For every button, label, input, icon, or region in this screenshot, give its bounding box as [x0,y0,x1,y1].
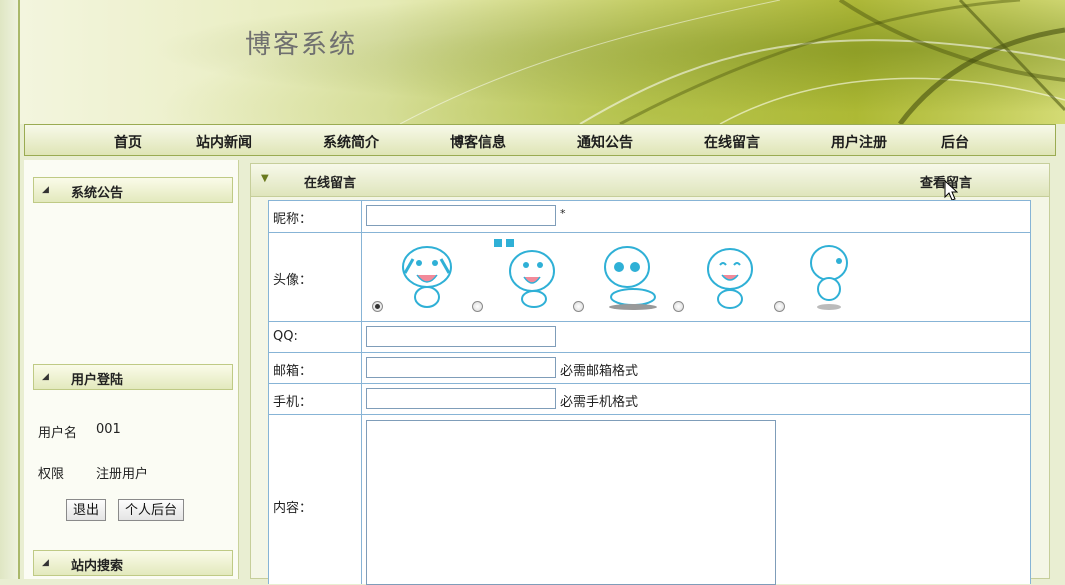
username-label: 用户名 [38,426,78,441]
phone-hint: 必需手机格式 [560,395,639,410]
main-nav: 首页 站内新闻 系统简介 博客信息 通知公告 在线留言 用户注册 后台 [24,124,1056,156]
site-title: 博客系统 [245,30,358,60]
sidebar: ◢ 系统公告 ◢ 用户登陆 用户名 001 权限 注册用户 退出 个人后台 ◢ … [24,160,239,579]
collapse-triangle-icon: ◢ [42,558,49,568]
announcement-title: 系统公告 [71,186,124,201]
login-header: ◢ 用户登陆 [33,364,233,390]
content-row: 内容： [268,414,1031,585]
nav-item-messages[interactable]: 在线留言 [704,132,760,152]
avatar-radio-2[interactable] [472,301,483,312]
avatar-image-5 [795,237,867,311]
content-textarea[interactable] [366,420,776,585]
email-input[interactable] [366,357,556,378]
nav-item-blogs[interactable]: 博客信息 [450,132,506,152]
logout-button[interactable]: 退出 [66,499,107,521]
avatar-radio-1[interactable] [372,301,383,312]
qq-label: QQ: [273,329,298,344]
announcement-header: ◢ 系统公告 [33,177,233,203]
login-title: 用户登陆 [71,373,124,388]
username-row: 用户名 001 [38,422,121,441]
search-title: 站内搜索 [71,559,124,574]
avatar-image-3 [593,237,665,311]
phone-row: 手机： 必需手机格式 [268,383,1031,414]
collapse-triangle-icon: ◢ [42,185,49,195]
qq-input[interactable] [366,326,556,347]
avatar-image-1 [391,237,463,311]
avatar-radio-5[interactable] [774,301,785,312]
nickname-row: 昵称： * [268,200,1031,232]
main-title: 在线留言 [304,176,357,191]
mouse-cursor-icon [944,180,958,201]
username-value: 001 [96,422,121,437]
nickname-label: 昵称： [273,212,313,227]
avatar-radio-3[interactable] [573,301,584,312]
collapse-triangle-icon: ◢ [42,372,49,382]
role-row: 权限 注册用户 [38,463,148,482]
personal-backend-button[interactable]: 个人后台 [118,499,185,521]
message-form: 昵称： * 头像： QQ: 邮箱： 必需邮箱格式 手机： 必需手机格式 内容： [268,200,1031,585]
search-header: ◢ 站内搜索 [33,550,233,576]
avatar-label: 头像： [273,273,313,288]
phone-input[interactable] [366,388,556,409]
cartoon-avatar-icon [402,246,452,308]
expand-triangle-icon: ▼ [261,173,269,184]
nav-item-home[interactable]: 首页 [114,132,142,152]
phone-label: 手机： [273,395,313,410]
email-hint: 必需邮箱格式 [560,364,639,379]
banner-decoration [399,0,1065,124]
avatar-image-4 [694,237,766,311]
nav-item-notices[interactable]: 通知公告 [577,132,633,152]
required-mark: * [560,207,566,220]
cartoon-avatar-icon [604,246,657,310]
nickname-input[interactable] [366,205,556,226]
site-banner: 博客系统 [20,0,1065,124]
role-value: 注册用户 [96,467,149,482]
main-header: ▼ 在线留言 查看留言 [251,164,1049,201]
nav-item-about[interactable]: 系统简介 [323,132,379,152]
cartoon-avatar-icon [810,245,848,310]
nav-item-news[interactable]: 站内新闻 [196,132,252,152]
avatar-row: 头像： [268,232,1031,321]
content-label: 内容： [273,501,313,516]
cartoon-avatar-icon [494,239,555,308]
nav-item-admin[interactable]: 后台 [941,132,969,152]
nav-item-register[interactable]: 用户注册 [831,132,887,152]
avatar-image-2 [492,237,564,311]
cartoon-avatar-icon [707,248,753,309]
email-row: 邮箱： 必需邮箱格式 [268,352,1031,383]
page-left-border [0,0,20,579]
qq-row: QQ: [268,321,1031,352]
avatar-radio-4[interactable] [673,301,684,312]
email-label: 邮箱： [273,364,313,379]
role-label: 权限 [38,467,65,482]
